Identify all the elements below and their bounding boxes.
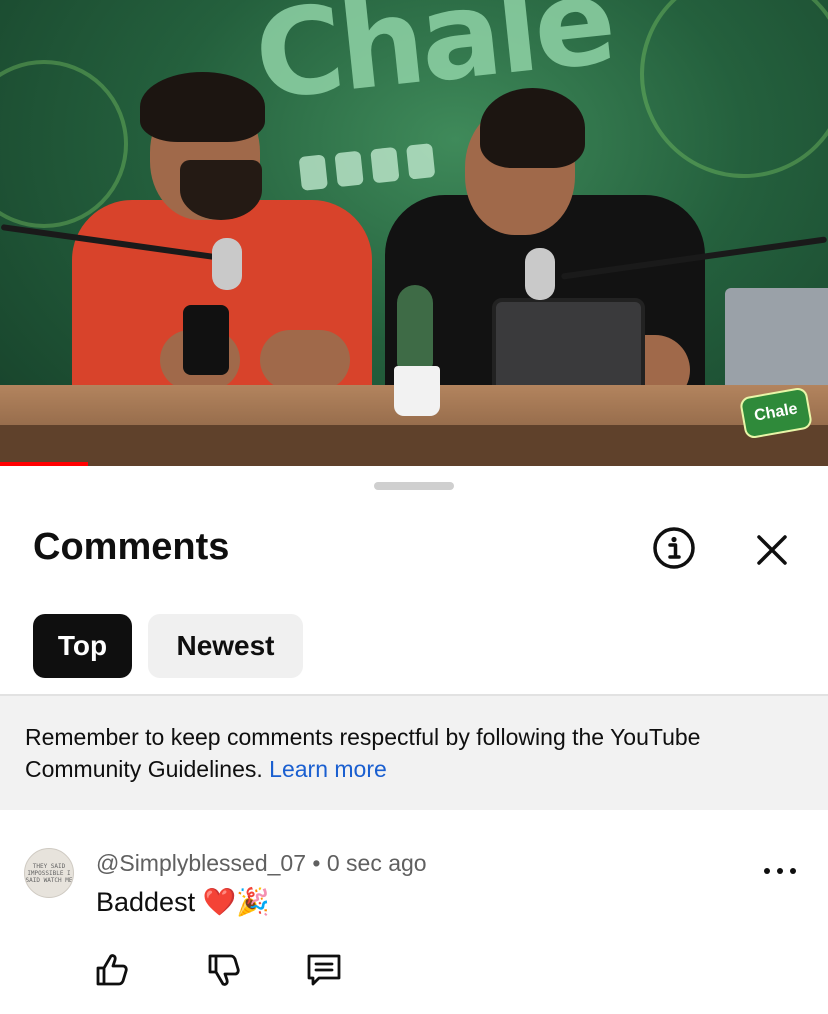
phone — [183, 305, 229, 375]
person-left-beard — [180, 160, 262, 220]
banner-dots — [298, 143, 436, 191]
info-icon[interactable] — [652, 526, 696, 570]
person-left-hair — [140, 72, 265, 142]
drag-handle[interactable] — [374, 482, 454, 490]
dislike-icon[interactable] — [204, 950, 244, 990]
sheet-title: Comments — [33, 526, 230, 568]
microphone — [212, 238, 242, 290]
chip-newest[interactable]: Newest — [148, 614, 303, 678]
person-right-hair — [480, 88, 585, 168]
microphone — [525, 248, 555, 300]
person-left-arm — [260, 330, 350, 390]
banner-decoration — [0, 60, 128, 228]
comments-sheet: Comments Top Newest Remember to keep com… — [0, 466, 828, 1014]
close-icon[interactable] — [752, 530, 792, 570]
notice-text-block: Remember to keep comments respectful by … — [25, 721, 815, 785]
guidelines-notice: Remember to keep comments respectful by … — [0, 694, 828, 810]
desk-edge — [0, 425, 828, 466]
video-player[interactable]: Chale Chale — [0, 0, 828, 466]
comment-meta: @Simplyblessed_07 • 0 sec ago — [96, 850, 427, 877]
laptop — [725, 288, 828, 396]
cactus-plant — [397, 285, 433, 370]
chip-top[interactable]: Top — [33, 614, 132, 678]
like-icon[interactable] — [92, 950, 132, 990]
comment-text: Baddest ❤️🎉 — [96, 887, 270, 917]
comment-author[interactable]: @Simplyblessed_07 — [96, 850, 306, 876]
reply-icon[interactable] — [304, 950, 344, 990]
learn-more-link[interactable]: Learn more — [269, 756, 387, 782]
banner-decoration — [640, 0, 828, 178]
plant-pot — [394, 366, 440, 416]
comment-time: 0 sec ago — [326, 850, 427, 876]
more-icon[interactable] — [764, 862, 796, 880]
avatar[interactable]: THEY SAID IMPOSSIBLE I SAID WATCH ME — [24, 848, 74, 898]
avatar-text: THEY SAID IMPOSSIBLE I SAID WATCH ME — [25, 862, 73, 884]
meta-separator: • — [312, 850, 321, 876]
